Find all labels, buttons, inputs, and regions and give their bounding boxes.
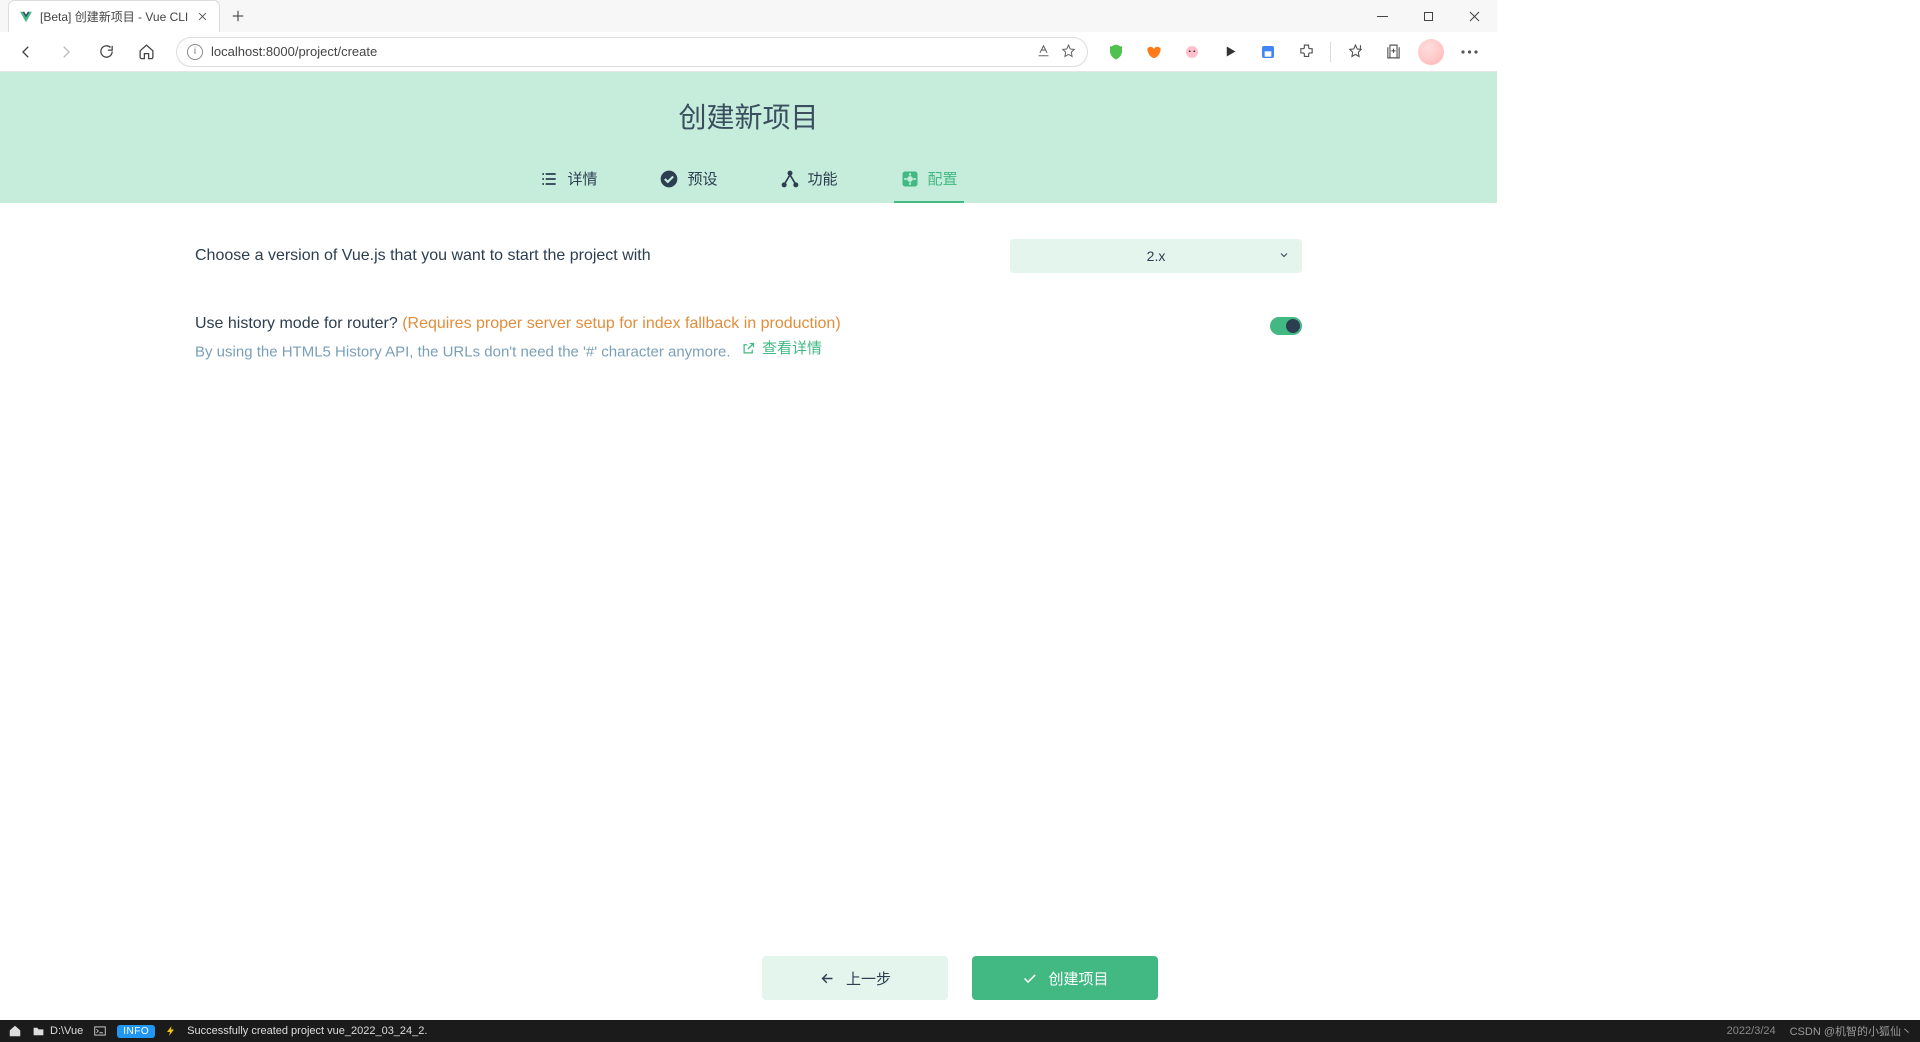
home-status-icon[interactable] xyxy=(8,1024,22,1038)
tab-label: 配置 xyxy=(928,168,958,189)
play-ext-icon[interactable] xyxy=(1214,36,1246,68)
favorites-button[interactable] xyxy=(1339,36,1371,68)
minimize-button[interactable] xyxy=(1359,0,1405,32)
fox-ext-icon[interactable] xyxy=(1138,36,1170,68)
vue-favicon-icon xyxy=(19,10,33,24)
tab-label: 详情 xyxy=(567,168,597,189)
tab-label: 功能 xyxy=(808,168,838,189)
step-tabs: 详情 预设 功能 配置 xyxy=(0,160,1497,203)
status-time: 2022/3/24 xyxy=(1727,1025,1776,1037)
select-value: 2.x xyxy=(1147,248,1166,264)
favorite-icon[interactable] xyxy=(1060,43,1077,60)
close-tab-icon[interactable] xyxy=(195,10,209,24)
toolbar-extensions xyxy=(1100,36,1489,68)
window-titlebar: [Beta] 创建新项目 - Vue CLI xyxy=(0,0,1497,32)
site-info-icon[interactable]: i xyxy=(187,44,203,60)
cat-ext-icon[interactable] xyxy=(1176,36,1208,68)
folder-icon xyxy=(32,1025,45,1038)
read-aloud-icon[interactable] xyxy=(1035,43,1052,60)
history-mode-hint: By using the HTML5 History API, the URLs… xyxy=(195,343,731,360)
watermark: CSDN @机智的小狐仙丶 xyxy=(1790,1023,1912,1039)
page-title: 创建新项目 xyxy=(0,86,1497,160)
settings-icon xyxy=(900,169,920,189)
toggle-knob xyxy=(1286,319,1300,333)
list-icon xyxy=(539,169,559,189)
vue-version-select[interactable]: 2.x xyxy=(1010,239,1302,273)
tab-title: [Beta] 创建新项目 - Vue CLI xyxy=(40,8,188,25)
details-link-label: 查看详情 xyxy=(762,337,822,361)
external-link-icon xyxy=(741,341,756,356)
reload-button[interactable] xyxy=(88,36,124,68)
statusbar: D:\Vue INFO Successfully created project… xyxy=(0,1020,1920,1042)
view-details-link[interactable]: 查看详情 xyxy=(741,337,822,361)
new-tab-button[interactable] xyxy=(224,2,252,30)
terminal-status-icon[interactable] xyxy=(93,1024,107,1038)
check-circle-icon xyxy=(659,169,679,189)
close-window-button[interactable] xyxy=(1451,0,1497,32)
tab-details[interactable]: 详情 xyxy=(533,160,603,203)
window-controls xyxy=(1359,0,1497,32)
config-form: Choose a version of Vue.js that you want… xyxy=(195,239,1302,519)
history-mode-text: Use history mode for router? xyxy=(195,315,398,332)
tab-config[interactable]: 配置 xyxy=(894,160,964,203)
home-button[interactable] xyxy=(128,36,164,68)
vue-version-label: Choose a version of Vue.js that you want… xyxy=(195,239,1010,269)
flash-icon xyxy=(165,1025,177,1037)
share-icon xyxy=(780,169,800,189)
status-path[interactable]: D:\Vue xyxy=(32,1025,83,1038)
more-button[interactable] xyxy=(1453,36,1485,68)
row-vue-version: Choose a version of Vue.js that you want… xyxy=(195,239,1302,273)
profile-avatar[interactable] xyxy=(1415,36,1447,68)
maximize-button[interactable] xyxy=(1405,0,1451,32)
collections-button[interactable] xyxy=(1377,36,1409,68)
tab-presets[interactable]: 预设 xyxy=(653,160,723,203)
tab-features[interactable]: 功能 xyxy=(774,160,844,203)
history-mode-warning: (Requires proper server setup for index … xyxy=(402,315,840,332)
status-left: D:\Vue INFO Successfully created project… xyxy=(8,1024,427,1038)
browser-ext-icon[interactable] xyxy=(1252,36,1284,68)
chevron-down-icon xyxy=(1278,248,1290,264)
header-panel: 创建新项目 详情 预设 功能 配置 xyxy=(0,72,1497,203)
url-input[interactable] xyxy=(211,44,1027,59)
info-badge[interactable]: INFO xyxy=(117,1025,155,1038)
page-content: 创建新项目 详情 预设 功能 配置 Choose a version of Vu… xyxy=(0,72,1497,791)
tab-label: 预设 xyxy=(687,168,717,189)
status-right: 2022/3/24 CSDN @机智的小狐仙丶 xyxy=(1727,1023,1912,1039)
shield-ext-icon[interactable] xyxy=(1100,36,1132,68)
status-message: Successfully created project vue_2022_03… xyxy=(187,1025,427,1037)
history-mode-label: Use history mode for router? (Requires p… xyxy=(195,307,1270,365)
extensions-button[interactable] xyxy=(1290,36,1322,68)
forward-button[interactable] xyxy=(48,36,84,68)
back-button[interactable] xyxy=(8,36,44,68)
browser-tab[interactable]: [Beta] 创建新项目 - Vue CLI xyxy=(8,0,220,32)
url-bar[interactable]: i xyxy=(176,37,1088,67)
toolbar-divider xyxy=(1330,42,1331,62)
history-mode-toggle[interactable] xyxy=(1270,317,1302,335)
browser-toolbar: i xyxy=(0,32,1497,72)
row-history-mode: Use history mode for router? (Requires p… xyxy=(195,307,1302,365)
